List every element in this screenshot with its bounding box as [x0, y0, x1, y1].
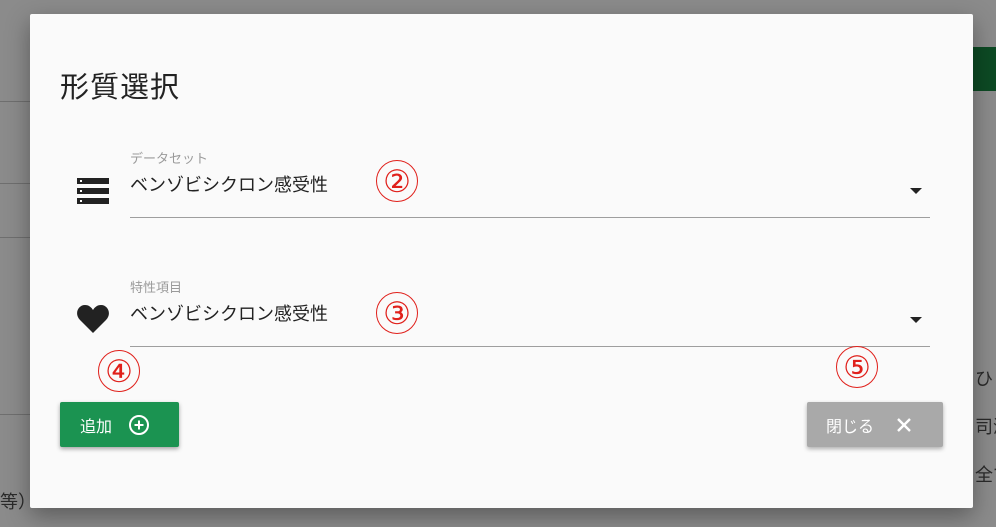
annotation-circle-3: ③ — [376, 292, 418, 334]
chevron-down-icon — [910, 317, 922, 323]
trait-select[interactable]: 特性項目 ベンゾビシクロン感受性 — [130, 277, 930, 357]
add-button[interactable]: 追加 — [60, 402, 179, 447]
close-button[interactable]: 閉じる — [807, 402, 943, 447]
dataset-icon — [77, 178, 109, 208]
trait-value: ベンゾビシクロン感受性 — [130, 304, 328, 325]
annotation-circle-5: ⑤ — [836, 346, 878, 388]
background-text: ひと — [975, 369, 996, 390]
background-green-button — [970, 47, 996, 91]
add-button-label: 追加 — [80, 416, 113, 436]
dialog-title: 形質選択 — [60, 70, 181, 104]
background-text: 司済 — [975, 417, 996, 438]
background-divider — [0, 414, 30, 415]
background-text: 全て — [975, 465, 996, 486]
close-button-label: 閉じる — [826, 416, 875, 436]
annotation-circle-2: ② — [376, 160, 418, 202]
dataset-value: ベンゾビシクロン感受性 — [130, 175, 328, 196]
annotation-circle-4: ④ — [98, 350, 140, 392]
background-divider — [0, 237, 30, 238]
dataset-label: データセット — [130, 152, 209, 167]
trait-label: 特性項目 — [130, 281, 183, 296]
dataset-select[interactable]: データセット ベンゾビシクロン感受性 — [130, 148, 930, 228]
heart-icon — [77, 304, 109, 338]
trait-underline — [130, 346, 930, 347]
background-divider — [0, 101, 30, 102]
chevron-down-icon — [910, 188, 922, 194]
background-divider — [0, 183, 30, 184]
dataset-underline — [130, 217, 930, 218]
close-icon — [896, 417, 912, 433]
plus-circle-icon — [128, 414, 150, 436]
trait-selection-dialog: 形質選択 データセット ベンゾビシクロン感受性 ② 特性項目 ベンゾビシクロン感… — [30, 14, 973, 508]
